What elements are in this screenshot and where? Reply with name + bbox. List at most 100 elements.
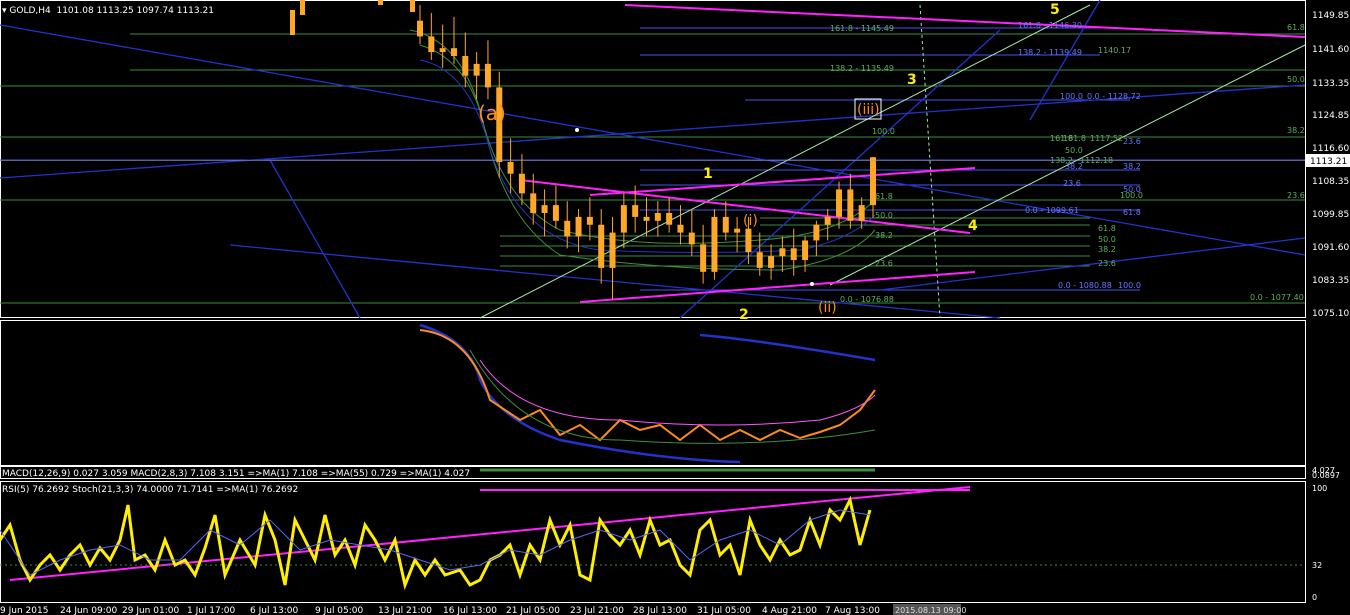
fib-green-label: 61.8: [1098, 224, 1116, 233]
fib-green-label: 38.2: [875, 231, 893, 240]
candle-body: [790, 248, 797, 261]
macd-traces: [419, 323, 876, 464]
candle-body: [518, 173, 525, 194]
candle-body: [439, 48, 446, 53]
candle-body: [745, 228, 752, 253]
fib-green-label: 50.0: [875, 211, 893, 220]
time-tick-label: 6 Jul 13:00: [250, 606, 299, 615]
fib-blue-label: 23.6: [1123, 137, 1141, 146]
wave-label-a: (a): [478, 101, 506, 125]
price-tick-label: 1099.85: [1312, 210, 1349, 220]
fib-green-label: 100.0: [872, 127, 895, 136]
fib-green-label: 61.8: [1287, 23, 1305, 32]
time-tick-label: 9 Jun 2015: [0, 606, 48, 615]
candle-body: [632, 205, 639, 217]
fib-green-label: 161.8 - 1145.49: [830, 24, 894, 33]
fib-green-label: 161.8: [1063, 134, 1086, 143]
fib-green-label: 23.6: [1098, 259, 1116, 268]
rsi-window-border: [0, 481, 1306, 603]
price-tick-label: 1116.60: [1312, 144, 1349, 154]
macd2-window-border: [0, 466, 1306, 479]
main-indicators: [409, 29, 876, 271]
candle-body: [824, 216, 831, 225]
fib-blue-label: 0.0 - 1099.61: [1025, 206, 1079, 215]
chart-canvas[interactable]: 1149.85 1141.60 1133.35 1124.85 1116.60 1108.…: [0, 0, 1350, 615]
rsi-axis-label: 32: [1312, 561, 1322, 570]
fib-green-label: 0.0 - 1076.88: [840, 295, 894, 304]
candle-body: [620, 205, 627, 233]
candle-body: [779, 248, 786, 257]
price-tick-label: 1083.35: [1312, 276, 1349, 286]
candle-body: [378, 0, 383, 5]
time-tick-label: 7 Aug 13:00: [825, 606, 880, 615]
fib-blue-label: 138.2 - 1139.49: [1018, 48, 1082, 57]
wave-label-2: 2: [739, 307, 749, 323]
time-tick-label: 28 Jul 13:00: [633, 606, 687, 615]
price-tick-label: 1133.35: [1312, 79, 1349, 89]
fib-green-label: 38.2: [1287, 126, 1305, 135]
price-tick-label: 1091.60: [1312, 243, 1349, 253]
macd-window-border: [0, 320, 1306, 466]
fib-green-label: 23.6: [875, 259, 893, 268]
candle-body: [417, 20, 423, 37]
time-tick-label: 13 Jul 21:00: [378, 606, 432, 615]
candle-body: [462, 56, 469, 76]
fib-blue-label: 100.0: [1118, 281, 1141, 290]
price-tick-label: 1108.35: [1312, 177, 1349, 187]
candle-body: [722, 216, 729, 233]
candle-body: [507, 161, 514, 174]
current-price-label: 1113.21: [1310, 157, 1347, 167]
candle-body: [564, 220, 571, 237]
price-tick-label: 1075.10: [1312, 309, 1349, 319]
candle-body: [609, 232, 616, 268]
macd-axis-label: 0.0897: [1312, 471, 1340, 480]
candle-body: [530, 193, 537, 213]
candle-body: [836, 189, 843, 217]
trendline-anchor-dot: [575, 128, 579, 132]
wave-label-3: 3: [907, 72, 917, 88]
candle-series: [290, 0, 876, 300]
time-tick-label: 21 Jul 05:00: [506, 606, 560, 615]
wave-label-5: 5: [1050, 2, 1060, 18]
time-tick-label: 1 Jul 17:00: [187, 606, 236, 615]
candle-body: [756, 252, 763, 268]
price-tick-label: 1124.85: [1312, 111, 1349, 121]
trendline-anchor-dot: [810, 282, 814, 286]
candle-body: [290, 10, 295, 35]
rsi-trace: [0, 495, 872, 591]
candle-body: [541, 205, 548, 213]
rsi-axis-label: 0: [1312, 593, 1317, 602]
candle-body: [813, 224, 820, 241]
time-tick-label: 31 Jul 05:00: [697, 606, 751, 615]
fib-green-label: 138.2 - 1135.49: [830, 64, 894, 73]
fib-green-label: 50.0: [1098, 235, 1116, 244]
fib-blue-label: 23.6: [1063, 179, 1081, 188]
fib-blue-label: 61.8: [1123, 208, 1141, 217]
candle-body: [300, 0, 305, 15]
candle-body: [473, 63, 480, 76]
time-tick-label: 4 Aug 21:00: [762, 606, 817, 615]
fib-blue-label: 161.8 - 1146.30: [1018, 21, 1082, 30]
candle-body: [586, 216, 593, 225]
green-channel: [479, 4, 1306, 319]
static-layer: [0, 0, 1306, 603]
time-highlight-label: 2015.08.13 09:00: [895, 606, 966, 615]
candle-body: [484, 63, 491, 88]
time-tick-label: 9 Jul 05:00: [315, 606, 364, 615]
fib-green-label: 23.6: [1287, 191, 1305, 200]
fib-blue-label: 38.2: [1123, 162, 1141, 171]
candle-body: [768, 256, 775, 268]
candle-body: [410, 0, 415, 12]
candle-body: [858, 205, 865, 221]
time-tick-label: 24 Jun 09:00: [60, 606, 117, 615]
wave-label-i: (i): [743, 213, 758, 229]
fib-blue-label: 50.0: [1123, 185, 1141, 194]
fib-green-label: 61.8: [875, 192, 893, 201]
candle-body: [643, 216, 650, 221]
candle-body: [688, 232, 695, 245]
fib-green-label: 50.0: [1065, 146, 1083, 155]
fib-blue-label: 0.0 - 1128.72: [1087, 92, 1141, 101]
fib-green-label: 1140.17: [1098, 46, 1131, 55]
price-tick-label: 1149.85: [1312, 11, 1349, 21]
time-tick-label: 16 Jul 13:00: [443, 606, 497, 615]
